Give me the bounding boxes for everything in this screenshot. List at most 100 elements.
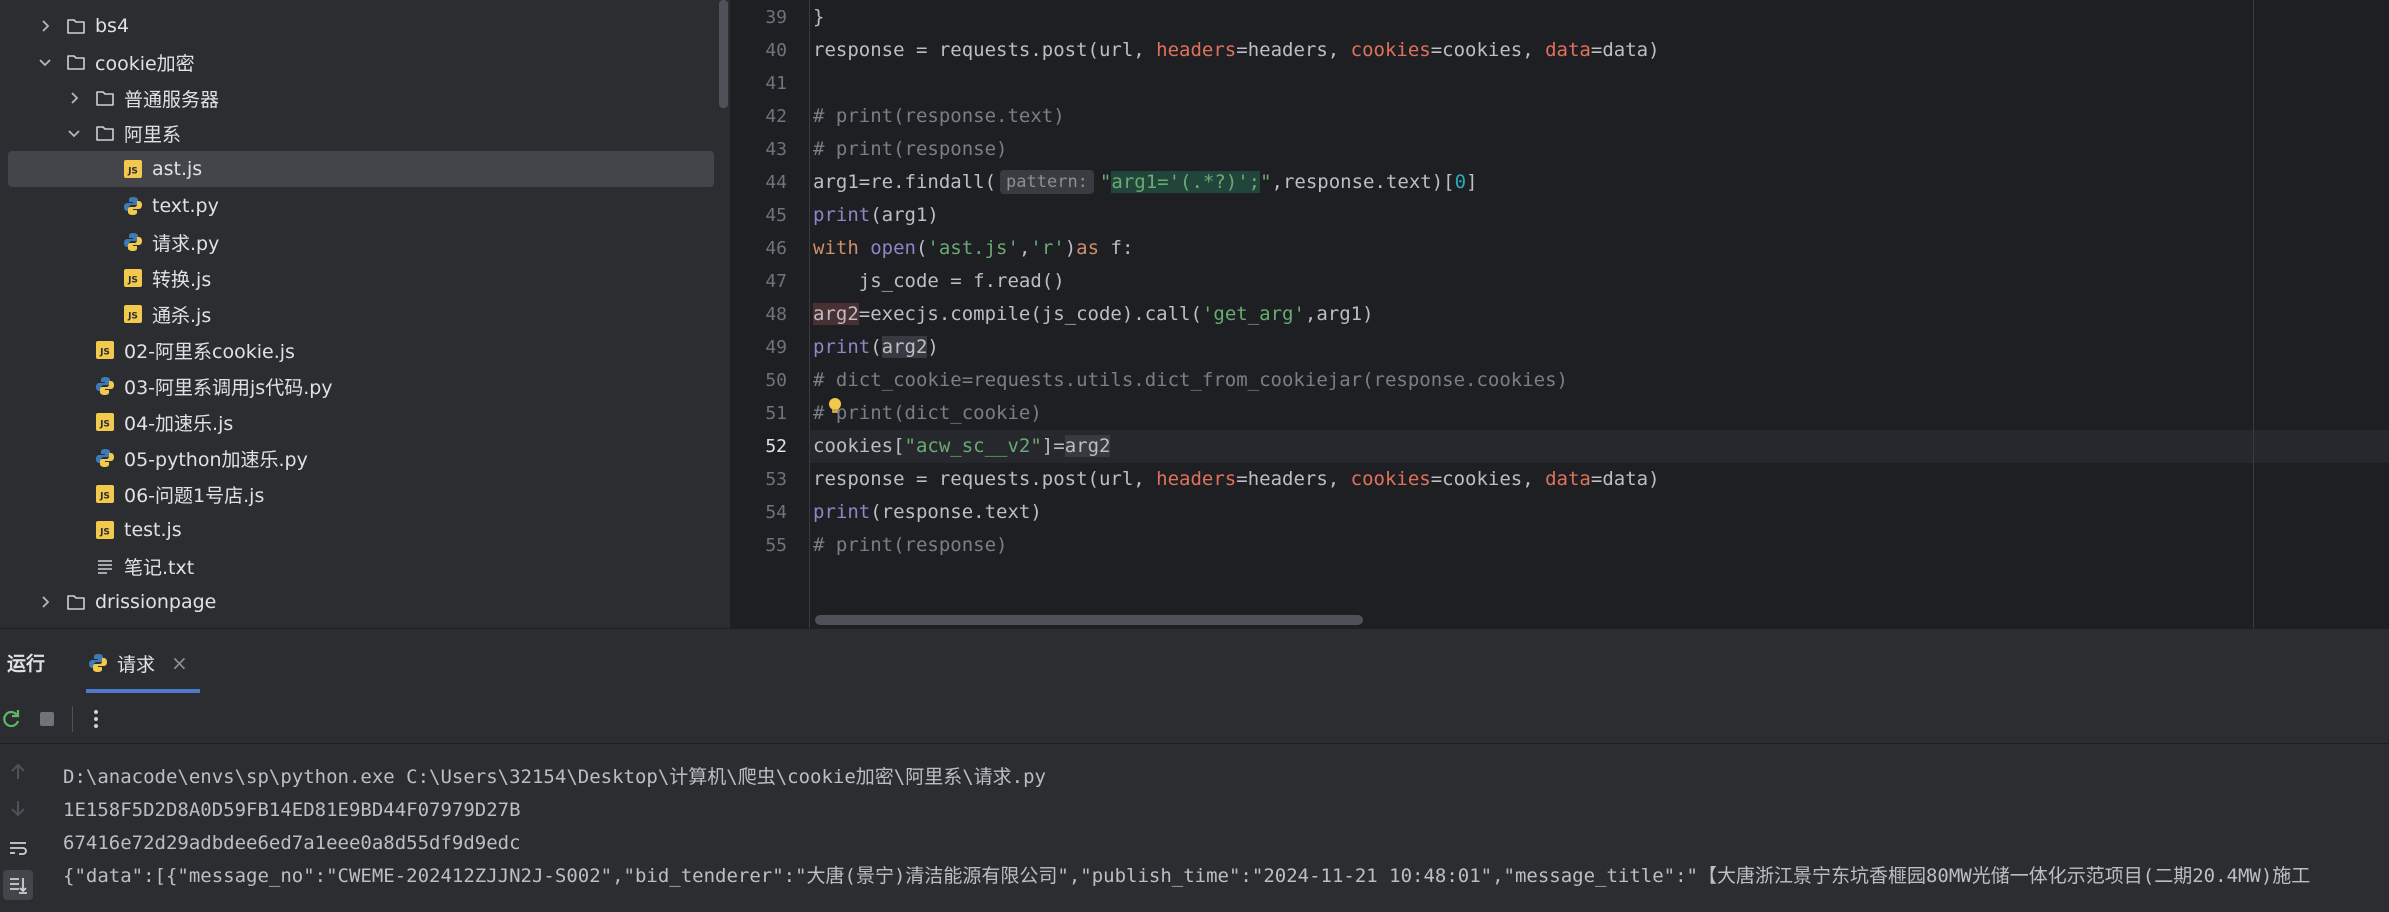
up-arrow-icon[interactable] (6, 760, 30, 784)
horizontal-scrollbar[interactable] (815, 615, 1363, 625)
code-editor[interactable]: 39 40 41 42 43 44 45 46 47 48 49 50 51 52 53 54 55 } resp… (730, 0, 2389, 628)
code-token: =headers, (1236, 39, 1351, 61)
code-token: 'get_arg' (1201, 303, 1305, 325)
code-token: arg1=re.findall( (813, 171, 997, 193)
code-token: ) (927, 336, 939, 358)
active-tab-indicator (86, 689, 200, 693)
code-token: with (813, 237, 871, 259)
line-number: 52 (765, 436, 787, 457)
scroll-to-end-icon[interactable] (3, 870, 33, 900)
code-token: # dict_cookie=requests.utils.dict_from_c… (813, 369, 1568, 391)
code-token: cookies[ (813, 435, 905, 457)
chevron-right-icon[interactable] (65, 80, 83, 116)
tree-item-py[interactable]: 请求.py (0, 224, 730, 260)
code-token: =data) (1590, 39, 1660, 61)
python-file-icon (95, 376, 115, 396)
tree-item-js[interactable]: JS 04-加速乐.js (0, 404, 730, 440)
chevron-right-icon[interactable] (36, 584, 54, 620)
tree-item-folder[interactable]: bs4 (0, 8, 730, 44)
selection-highlight (8, 151, 714, 187)
rerun-icon[interactable] (0, 708, 22, 730)
code-line[interactable]: print(response.text) (813, 496, 1042, 529)
chevron-right-icon[interactable] (36, 8, 54, 44)
code-token: 0 (1454, 171, 1467, 193)
code-line[interactable]: # print(response) (813, 529, 1007, 562)
code-line[interactable]: js_code = f.read() (813, 265, 1065, 298)
right-margin-guide (2253, 0, 2254, 628)
code-token: } (813, 6, 825, 28)
folder-icon (66, 16, 86, 36)
text-file-icon (95, 556, 115, 576)
tree-item-js[interactable]: JS 通杀.js (0, 296, 730, 332)
tree-item-label: 通杀.js (152, 304, 212, 327)
run-console-output[interactable]: D:\anacode\envs\sp\python.exe C:\Users\3… (48, 744, 2389, 912)
bulb-icon[interactable] (827, 397, 843, 415)
python-file-icon (123, 196, 143, 216)
tree-item-label: text.py (152, 195, 219, 217)
chevron-down-icon[interactable] (65, 115, 83, 151)
tree-item-py[interactable]: 03-阿里系调用js代码.py (0, 368, 730, 404)
code-line[interactable]: # print(response) (813, 133, 1007, 166)
code-token: ( (915, 237, 928, 259)
code-line[interactable]: # print(response.text) (813, 100, 1065, 133)
tree-item-py[interactable]: 05-python加速乐.py (0, 440, 730, 476)
run-tab[interactable]: 请求 × (86, 639, 200, 687)
more-icon[interactable] (85, 708, 107, 730)
chevron-down-icon[interactable] (36, 44, 54, 80)
code-token: f: (1099, 237, 1134, 259)
code-line[interactable]: print(arg2) (813, 331, 939, 364)
code-line[interactable]: # print(dict_cookie) (813, 397, 1042, 430)
close-icon[interactable]: × (171, 651, 188, 675)
svg-text:JS: JS (127, 276, 138, 286)
code-token: ,response.text)[ (1271, 171, 1455, 193)
tree-item-label: test.js (124, 519, 182, 541)
tree-scrollbar[interactable] (719, 0, 728, 108)
tree-item-js[interactable]: JS 转换.js (0, 260, 730, 296)
code-line[interactable]: with open('ast.js','r')as f: (813, 232, 1133, 265)
code-line[interactable]: # dict_cookie=requests.utils.dict_from_c… (813, 364, 1568, 397)
tree-item-folder[interactable]: 阿里系 (0, 115, 730, 151)
js-file-icon: JS (95, 520, 115, 540)
code-token: (arg1) (870, 204, 939, 226)
code-token: " (1260, 171, 1272, 193)
code-token: # print(response.text) (813, 105, 1065, 127)
stop-icon[interactable] (36, 708, 58, 730)
code-line[interactable]: cookies["acw_sc__v2"]=arg2 (813, 430, 1111, 463)
code-token: data (1545, 468, 1591, 490)
soft-wrap-icon[interactable] (6, 836, 30, 860)
tree-item-label: 05-python加速乐.py (124, 448, 308, 471)
code-token: headers (1156, 468, 1237, 490)
tree-item-js[interactable]: JS test.js (0, 512, 730, 548)
tree-item-js[interactable]: JS ast.js (0, 151, 730, 187)
tree-item-folder[interactable]: cookie加密 (0, 44, 730, 80)
tree-item-folder[interactable]: drissionpage (0, 584, 730, 620)
line-number: 40 (765, 40, 787, 61)
js-file-icon: JS (95, 340, 115, 360)
tree-item-label: 阿里系 (124, 123, 182, 146)
tree-item-folder[interactable]: 普通服务器 (0, 80, 730, 116)
line-number: 41 (765, 73, 787, 94)
code-token: =cookies, (1430, 39, 1546, 61)
code-line[interactable]: arg2=execjs.compile(js_code).call('get_a… (813, 298, 1374, 331)
line-number: 47 (765, 271, 787, 292)
tree-item-txt[interactable]: 笔记.txt (0, 548, 730, 584)
tree-item-py[interactable]: text.py (0, 188, 730, 224)
folder-icon (66, 592, 86, 612)
code-token: 'r' (1030, 237, 1065, 259)
tree-item-label: 请求.py (152, 232, 220, 255)
code-line[interactable]: arg1=re.findall(pattern: "arg1='(.*?)';",… (813, 166, 1477, 199)
code-line[interactable]: response = requests.post(url, headers=he… (813, 463, 1660, 496)
code-token: =headers, (1236, 468, 1351, 490)
tree-item-label: drissionpage (95, 591, 217, 613)
tree-item-label: cookie加密 (95, 52, 195, 75)
tree-item-js[interactable]: JS 02-阿里系cookie.js (0, 332, 730, 368)
code-line[interactable]: } (813, 1, 824, 34)
console-line: {"data":[{"message_no":"CWEME-202412ZJJN… (63, 865, 2311, 887)
tree-item-js[interactable]: JS 06-问题1号店.js (0, 476, 730, 512)
code-line[interactable]: response = requests.post(url, headers=he… (813, 34, 1660, 67)
line-number: 50 (765, 370, 787, 391)
code-line[interactable]: print(arg1) (813, 199, 939, 232)
line-number: 42 (765, 106, 787, 127)
down-arrow-icon[interactable] (6, 796, 30, 820)
line-number: 55 (765, 535, 787, 556)
